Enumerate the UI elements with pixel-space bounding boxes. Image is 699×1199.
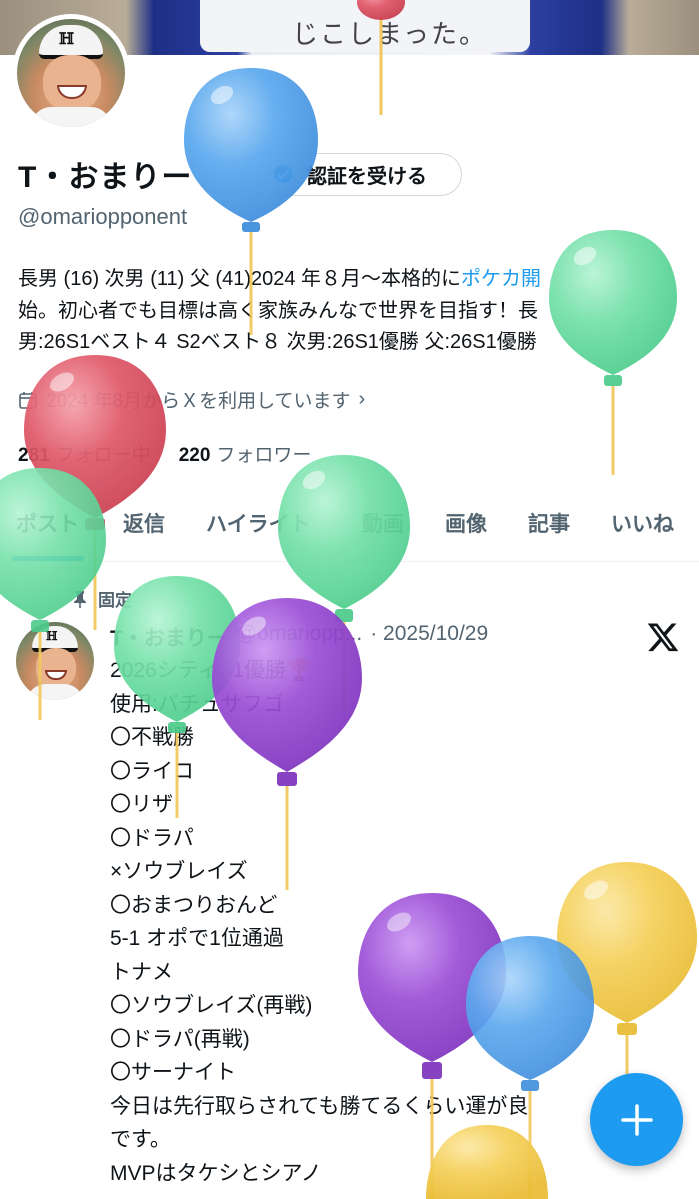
tweet-author-avatar[interactable]: ℍ xyxy=(16,622,94,700)
avatar-shirt xyxy=(26,684,84,700)
tweet-line: 2026シティS1優勝🏆 xyxy=(110,659,313,682)
tab-likes[interactable]: いいね xyxy=(611,508,674,538)
calendar-icon xyxy=(19,391,37,409)
following-count: 281 xyxy=(18,445,50,466)
tweet-author-name[interactable]: T・おまりー xyxy=(110,622,228,652)
joined-text: 2024 年8月からＸを利用しています xyxy=(46,391,351,412)
profile-handle: @omariopponent xyxy=(18,204,188,229)
following-link[interactable]: 281 フォロー中 xyxy=(18,440,151,467)
avatar-face xyxy=(36,648,76,688)
bio-line-2: 始。初心者でも目標は高く家族みんなで世界を目指す！長 xyxy=(18,299,538,322)
tweet-text: 2026シティS1優勝🏆 使用:バチュサフゴ 〇不戦勝 〇ライコ 〇リザ 〇ドラ… xyxy=(110,654,528,1190)
profile-bio: 長男 (16) 次男 (11) 父 (41)2024 年８月〜本格的にポケカ開 … xyxy=(18,264,688,359)
bio-line-1: 長男 (16) 次男 (11) 父 (41)2024 年８月〜本格的にポケカ開 xyxy=(18,264,688,296)
profile-avatar[interactable]: ℍ xyxy=(12,14,130,132)
tweet-author-handle[interactable]: @omariopp... xyxy=(236,622,362,652)
following-label: フォロー中 xyxy=(55,445,151,466)
plus-icon xyxy=(620,1103,653,1136)
bio-hashtag-link[interactable]: ポケカ開 xyxy=(461,268,541,290)
active-tab-indicator xyxy=(12,556,84,561)
tab-articles[interactable]: 記事 xyxy=(528,508,570,538)
pinned-label: 固定 xyxy=(72,586,132,611)
bio-line-3: 男:26S1ベスト４ S2ベスト８ 次男:26S1優勝 父:26S1優勝 xyxy=(18,331,537,353)
tweet-line: 今日は先行取らされても勝てるくらい運が良 xyxy=(110,1094,529,1118)
tweet-line: 〇不戦勝 xyxy=(110,726,194,749)
tweet-line: 使用:バチュサフゴ xyxy=(110,692,284,716)
followers-link[interactable]: 220 フォロワー xyxy=(179,440,312,467)
tab-highlights[interactable]: ハイライト xyxy=(206,508,311,538)
tab-replies[interactable]: 返信 xyxy=(123,508,165,538)
avatar-image: ℍ xyxy=(17,19,125,127)
tweet-line: 〇ソウブレイズ(再戦) xyxy=(110,994,313,1017)
cap-logo: ℍ xyxy=(46,629,58,643)
tab-images[interactable]: 画像 xyxy=(445,508,487,538)
tweet-line: 〇ドラパ xyxy=(110,826,194,850)
banner-text: じこしまった。 xyxy=(292,20,487,50)
tweet-line: MVPはタケシとシアノ xyxy=(110,1161,322,1185)
tweet-line: ×ソウブレイズ xyxy=(110,860,248,883)
followers-label: フォロワー xyxy=(216,445,312,466)
get-verified-label: 認証を受ける xyxy=(307,166,427,188)
avatar-face xyxy=(43,55,101,111)
tweet-header: T・おまりー @omariopp... · 2025/10/29 xyxy=(110,622,488,652)
avatar-shirt xyxy=(31,107,111,127)
tweet-line: 5-1 オポで1位通過 xyxy=(110,927,284,950)
pinned-text: 固定 xyxy=(98,591,132,610)
tweet-line: 〇ドラパ(再戦) xyxy=(110,1027,250,1051)
bio-text: 長男 (16) 次男 (11) 父 (41)2024 年８月〜本格的に xyxy=(18,268,462,290)
tab-posts[interactable]: ポスト xyxy=(16,508,79,538)
balloon-yellow-1 xyxy=(557,862,697,1085)
tab-videos[interactable]: 動画 xyxy=(362,508,404,538)
followers-count: 220 xyxy=(178,445,211,466)
cap-logo: ℍ xyxy=(59,29,75,48)
tweet-line: 〇サーナイト xyxy=(110,1061,236,1084)
get-verified-button[interactable]: 認証を受ける xyxy=(244,153,462,196)
display-name: T・おまりー xyxy=(18,161,193,194)
joined-date[interactable]: 2024 年8月からＸを利用しています › xyxy=(18,386,365,413)
tweet-date[interactable]: · 2025/10/29 xyxy=(370,622,488,652)
profile-tabs: ポスト 返信 ハイライト 動画 画像 記事 いいね xyxy=(0,496,699,562)
verified-badge-icon xyxy=(273,164,293,184)
compose-post-button[interactable] xyxy=(590,1073,683,1166)
follow-stats: 281 フォロー中 220 フォロワー xyxy=(18,440,311,467)
tweet-line: トナメ xyxy=(110,960,173,984)
chevron-right-icon: › xyxy=(358,388,366,410)
tweet-line: 〇リザ xyxy=(110,793,173,816)
x-logo-icon[interactable] xyxy=(646,620,680,654)
tweet-line: 〇ライコ xyxy=(110,759,194,783)
tweet-line: です。 xyxy=(110,1128,171,1151)
pin-icon xyxy=(74,590,86,608)
tweet-line: 〇おまつりおんど xyxy=(110,893,278,917)
